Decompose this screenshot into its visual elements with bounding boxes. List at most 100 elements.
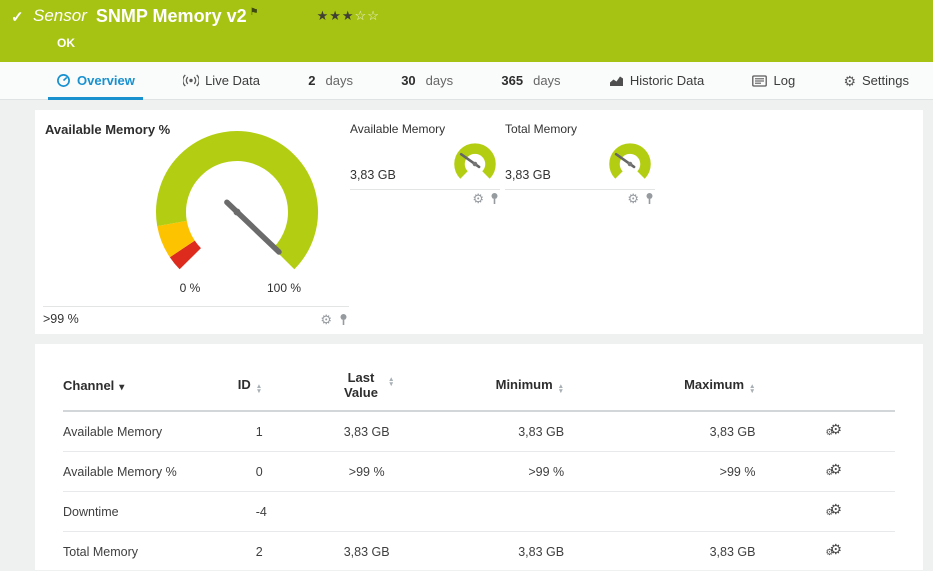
tab-label: days xyxy=(325,73,352,88)
tab-30-days[interactable]: 30 days xyxy=(397,62,457,99)
main-gauge-chart: 0 % 100 % xyxy=(150,130,325,300)
mini-gauge-value: 3,83 GB xyxy=(505,168,551,189)
tab-live-data[interactable]: Live Data xyxy=(179,62,264,99)
table-row[interactable]: Available Memory % 0 >99 % >99 % >99 % ⚙… xyxy=(63,452,895,492)
main-gauge-footer: >99 % ⚙ xyxy=(43,306,349,326)
table-row[interactable]: Total Memory 2 3,83 GB 3,83 GB 3,83 GB ⚙… xyxy=(63,532,895,571)
tab-2-days[interactable]: 2 days xyxy=(304,62,357,99)
channel-settings-icon[interactable]: ⚙⚙ xyxy=(825,462,845,478)
id-cell: -4 xyxy=(238,492,313,532)
sort-down-icon: ▼ xyxy=(749,389,755,394)
tab-label: Overview xyxy=(77,73,135,88)
column-label: Last Value xyxy=(339,370,383,400)
sort-down-icon: ▼ xyxy=(256,389,262,394)
table-row[interactable]: Available Memory 1 3,83 GB 3,83 GB 3,83 … xyxy=(63,411,895,452)
channel-cell: Total Memory xyxy=(63,532,238,571)
gauge-segment-red xyxy=(182,249,190,259)
priority-flag-icon[interactable]: ⚑ xyxy=(250,7,259,18)
column-header-channel[interactable]: Channel▾ xyxy=(63,370,238,411)
column-header-id[interactable]: ID ▲▼ xyxy=(238,370,313,411)
sort-icon: ▲▼ xyxy=(558,384,564,394)
gauge-needle-hub xyxy=(234,209,241,216)
tab-overview[interactable]: Overview xyxy=(52,62,139,99)
column-label: ID xyxy=(238,377,251,392)
settings-gear-icon: ⚙ xyxy=(843,74,856,88)
caret-down-icon: ▾ xyxy=(119,382,124,393)
id-cell: 1 xyxy=(238,411,313,452)
column-label: Maximum xyxy=(684,377,744,392)
channel-cell: Downtime xyxy=(63,492,238,532)
sort-icon: ▲▼ xyxy=(388,377,394,387)
gear-icon: ⚙ xyxy=(825,428,833,437)
tab-label: Settings xyxy=(862,73,909,88)
tab-365-days[interactable]: 365days xyxy=(497,62,564,99)
column-label: Minimum xyxy=(496,377,553,392)
tab-settings[interactable]: ⚙ Settings xyxy=(839,62,913,99)
tab-count: 2 xyxy=(308,73,315,88)
channel-cell: Available Memory xyxy=(63,411,238,452)
tab-historic-data[interactable]: Historic Data xyxy=(605,62,708,99)
gauge-segment-yellow xyxy=(172,224,182,249)
historic-chart-icon xyxy=(609,74,624,87)
pin-icon[interactable] xyxy=(644,192,655,205)
mini-gauge-title: Total Memory xyxy=(505,122,655,136)
stars-filled: ★★★ xyxy=(317,8,355,23)
mini-gauge-hub xyxy=(628,162,633,167)
min-cell: >99 % xyxy=(421,452,612,492)
gear-icon[interactable]: ⚙ xyxy=(627,192,639,205)
stars-empty: ☆☆ xyxy=(355,8,380,23)
max-cell: 3,83 GB xyxy=(612,411,803,452)
last-value-cell: 3,83 GB xyxy=(313,411,421,452)
column-header-minimum[interactable]: Minimum ▲▼ xyxy=(421,370,612,411)
gear-icon[interactable]: ⚙ xyxy=(320,313,332,326)
max-cell xyxy=(612,492,803,532)
mini-gauge-total-memory: Total Memory 3,83 GB ⚙ xyxy=(505,122,655,205)
mini-gauge-chart xyxy=(605,139,655,189)
page-title: SNMP Memory v2 xyxy=(96,6,247,27)
sort-down-icon: ▼ xyxy=(388,382,394,387)
column-header-actions xyxy=(803,370,895,411)
min-cell xyxy=(421,492,612,532)
tab-count: 30 xyxy=(401,73,415,88)
min-cell: 3,83 GB xyxy=(421,411,612,452)
pin-icon[interactable] xyxy=(338,313,349,326)
gear-icon: ⚙ xyxy=(825,468,833,477)
overview-gauge-icon xyxy=(56,73,71,88)
channel-settings-icon[interactable]: ⚙⚙ xyxy=(825,422,845,438)
gear-icon[interactable]: ⚙ xyxy=(472,192,484,205)
column-header-maximum[interactable]: Maximum▲▼ xyxy=(612,370,803,411)
main-gauge-value: >99 % xyxy=(43,312,79,326)
tab-bar: Overview Live Data 2days 30days 365days … xyxy=(0,62,933,100)
id-cell: 2 xyxy=(238,532,313,571)
max-cell: >99 % xyxy=(612,452,803,492)
last-value-cell xyxy=(313,492,421,532)
mini-gauge-hub xyxy=(473,162,478,167)
tab-label: Historic Data xyxy=(630,73,704,88)
tab-label: Log xyxy=(773,73,795,88)
tab-label: days xyxy=(426,73,453,88)
channels-table: Channel▾ ID ▲▼ Last Value ▲▼ Minimum ▲▼ Max… xyxy=(63,370,895,571)
priority-stars[interactable]: ★★★☆☆ xyxy=(317,8,380,24)
tab-label: Live Data xyxy=(205,73,260,88)
log-list-icon xyxy=(752,75,767,87)
gauge-min-label: 0 % xyxy=(180,281,201,295)
tab-label: days xyxy=(533,73,560,88)
tab-log[interactable]: Log xyxy=(748,62,799,99)
mini-gauge-chart xyxy=(450,139,500,189)
channel-settings-icon[interactable]: ⚙⚙ xyxy=(825,502,845,518)
status-check-icon: ✓ xyxy=(11,8,24,26)
sensor-header: ✓ Sensor SNMP Memory v2 ⚑ ★★★☆☆ OK xyxy=(0,0,933,62)
gauge-max-label: 100 % xyxy=(267,281,301,295)
table-row[interactable]: Downtime -4 ⚙⚙ xyxy=(63,492,895,532)
gauges-panel: Available Memory % 0 % 100 % >99 % ⚙ Ava… xyxy=(35,110,923,334)
channel-cell: Available Memory % xyxy=(63,452,238,492)
live-data-icon xyxy=(183,74,199,87)
mini-gauge-available-memory: Available Memory 3,83 GB ⚙ xyxy=(350,122,500,205)
sort-icon: ▲▼ xyxy=(256,384,262,394)
mini-gauge-value: 3,83 GB xyxy=(350,168,396,189)
gear-icon: ⚙ xyxy=(825,508,833,517)
pin-icon[interactable] xyxy=(489,192,500,205)
column-header-last-value[interactable]: Last Value ▲▼ xyxy=(313,370,421,411)
channel-settings-icon[interactable]: ⚙⚙ xyxy=(825,542,845,558)
sort-down-icon: ▼ xyxy=(558,389,564,394)
